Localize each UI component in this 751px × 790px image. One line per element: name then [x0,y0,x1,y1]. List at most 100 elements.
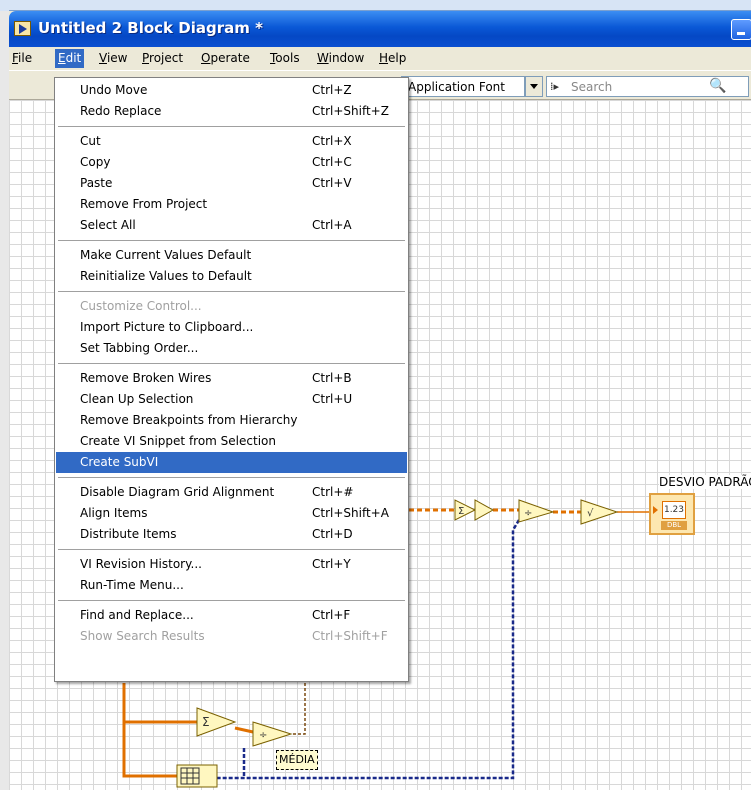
menu-item-reinitialize-values-to-default[interactable]: Reinitialize Values to Default [56,266,407,287]
menu-item-shortcut: Ctrl+A [312,218,352,232]
window-title: Untitled 2 Block Diagram * [38,19,263,37]
menu-item-create-vi-snippet-from-selection[interactable]: Create VI Snippet from Selection [56,431,407,452]
menu-item-cut[interactable]: Cut Ctrl+X [56,131,407,152]
menu-edit[interactable]: Edit [55,49,85,68]
menu-item-label: Import Picture to Clipboard... [80,320,254,334]
menu-item-import-picture-to-clipboard[interactable]: Import Picture to Clipboard... [56,317,407,338]
divide-node-2[interactable]: ÷ [252,721,293,747]
indicator-label[interactable]: DESVIO PADRÃO [659,475,751,489]
menu-item-paste[interactable]: Paste Ctrl+V [56,173,407,194]
indicator-type-badge: DBL [661,521,687,530]
menu-item-select-all[interactable]: Select All Ctrl+A [56,215,407,236]
menu-item-label: Find and Replace... [80,608,194,622]
edit-menu-dropdown: Undo Move Ctrl+Z Redo Replace Ctrl+Shift+Z C… [54,77,409,682]
menu-item-set-tabbing-order[interactable]: Set Tabbing Order... [56,338,407,359]
font-dropdown-button[interactable] [525,76,543,97]
labview-vi-icon[interactable] [14,21,31,36]
menu-item-shortcut: Ctrl+Z [312,83,352,97]
menu-project[interactable]: Project [139,49,186,68]
menu-item-label: Redo Replace [80,104,162,118]
menu-item-label: Run-Time Menu... [80,578,184,592]
sum-node[interactable]: Σ [454,499,495,521]
menu-item-label: Remove Broken Wires [80,371,212,385]
menu-item-align-items[interactable]: Align Items Ctrl+Shift+A [56,503,407,524]
font-selector[interactable]: Application Font [401,76,525,97]
menu-item-find-and-replace[interactable]: Find and Replace... Ctrl+F [56,605,407,626]
menu-item-remove-breakpoints-from-hierarchy[interactable]: Remove Breakpoints from Hierarchy [56,410,407,431]
menu-item-label: Create VI Snippet from Selection [80,434,276,448]
menu-item-vi-revision-history[interactable]: VI Revision History... Ctrl+Y [56,554,407,575]
menu-item-shortcut: Ctrl+B [312,371,352,385]
array-size-node[interactable] [176,764,218,788]
menu-item-label: Disable Diagram Grid Alignment [80,485,275,499]
menu-item-show-search-results[interactable]: Show Search Results Ctrl+Shift+F [56,626,407,647]
desktop-edge [0,0,9,790]
menu-window[interactable]: Window [314,49,367,68]
sum-node-2[interactable]: Σ [196,707,237,737]
menu-separator [58,291,405,292]
menu-item-copy[interactable]: Copy Ctrl+C [56,152,407,173]
menu-item-label: Create SubVI [80,455,159,469]
menu-item-label: Customize Control... [80,299,202,313]
menu-item-label: Remove Breakpoints from Hierarchy [80,413,298,427]
wire-double[interactable] [234,726,254,734]
title-bar[interactable]: Untitled 2 Block Diagram * [9,11,751,47]
menu-item-label: Clean Up Selection [80,392,194,406]
menu-item-run-time-menu[interactable]: Run-Time Menu... [56,575,407,596]
numeric-indicator[interactable]: 1.23 DBL [649,493,695,535]
menu-view[interactable]: View [96,49,130,68]
menu-operate[interactable]: Operate [198,49,253,68]
divide-node[interactable]: ÷ [518,499,555,523]
menu-separator [58,363,405,364]
menu-item-shortcut: Ctrl+Shift+F [312,629,388,643]
wire-dark[interactable] [291,683,306,735]
menu-item-label: Show Search Results [80,629,205,643]
menu-separator [58,477,405,478]
menu-item-label: Set Tabbing Order... [80,341,199,355]
menu-bar: File Edit View Project Operate Tools Window Hel… [9,47,751,70]
menu-item-shortcut: Ctrl+# [312,485,354,499]
menu-item-make-current-values-default[interactable]: Make Current Values Default [56,245,407,266]
indicator-value: 1.23 [662,501,686,519]
menu-item-redo-replace[interactable]: Redo Replace Ctrl+Shift+Z [56,101,407,122]
menu-item-clean-up-selection[interactable]: Clean Up Selection Ctrl+U [56,389,407,410]
svg-text:Σ: Σ [202,715,210,729]
svg-text:√: √ [587,508,594,519]
search-input[interactable]: Search [571,80,612,94]
menu-help[interactable]: Help [376,49,409,68]
menu-item-shortcut: Ctrl+D [312,527,353,541]
wire-double[interactable] [122,683,197,724]
menu-item-disable-diagram-grid-alignment[interactable]: Disable Diagram Grid Alignment Ctrl+# [56,482,407,503]
search-options-icon[interactable]: ⁞▸ [550,80,559,93]
menu-item-distribute-items[interactable]: Distribute Items Ctrl+D [56,524,407,545]
menu-separator [58,126,405,127]
menu-item-shortcut: Ctrl+U [312,392,353,406]
indicator-input-terminal [653,506,658,514]
menu-item-shortcut: Ctrl+X [312,134,352,148]
menu-item-label: Align Items [80,506,148,520]
menu-item-label: VI Revision History... [80,557,202,571]
menu-item-label: Remove From Project [80,197,208,211]
menu-item-create-subvi[interactable]: Create SubVI [56,452,407,473]
menu-item-shortcut: Ctrl+F [312,608,351,622]
menu-item-label: Cut [80,134,101,148]
search-icon[interactable]: 🔍 [709,78,726,94]
menu-separator [58,549,405,550]
menu-item-remove-from-project[interactable]: Remove From Project [56,194,407,215]
menu-separator [58,240,405,241]
menu-item-shortcut: Ctrl+Y [312,557,351,571]
menu-item-label: Select All [80,218,136,232]
menu-item-customize-control[interactable]: Customize Control... [56,296,407,317]
svg-text:Σ: Σ [458,506,464,517]
minimize-button[interactable] [731,19,751,40]
sqrt-node[interactable]: √ [580,499,619,525]
menu-file[interactable]: File [9,49,35,68]
wire-double[interactable] [122,722,177,778]
menu-item-label: Reinitialize Values to Default [80,269,252,283]
menu-item-remove-broken-wires[interactable]: Remove Broken Wires Ctrl+B [56,368,407,389]
media-label[interactable]: MÉDIA [276,750,318,770]
menu-item-label: Undo Move [80,83,148,97]
menu-item-undo-move[interactable]: Undo Move Ctrl+Z [56,80,407,101]
menu-item-shortcut: Ctrl+Shift+Z [312,104,389,118]
menu-tools[interactable]: Tools [267,49,303,68]
